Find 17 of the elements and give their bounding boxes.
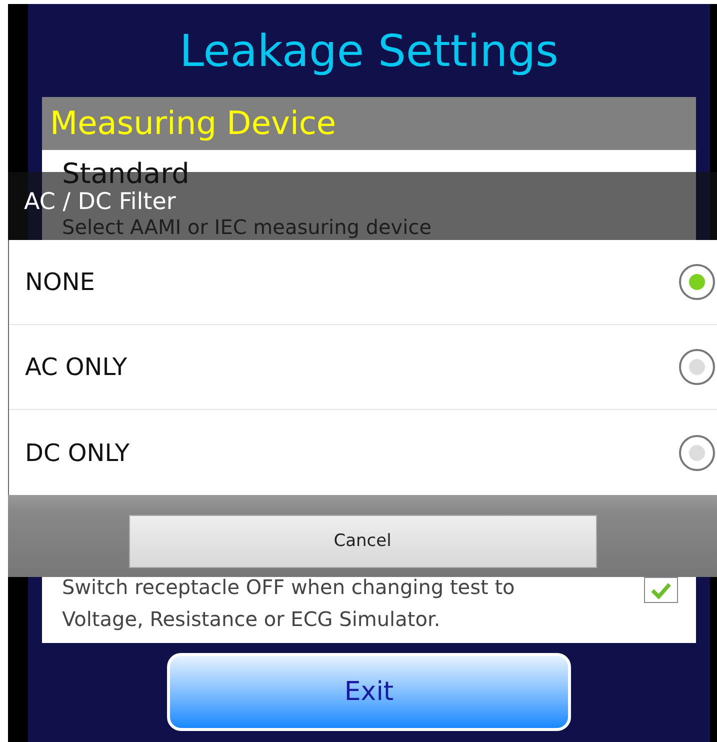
setting-subtitle: Select AAMI or IEC measuring device <box>62 215 433 239</box>
option-item[interactable]: DC ONLY <box>9 410 717 495</box>
option-item[interactable]: AC ONLY <box>9 325 717 410</box>
setting-description: Switch receptacle OFF when changing test to Voltage, Resistance or ECG Simulator. <box>62 574 516 633</box>
radio-button[interactable] <box>679 349 715 385</box>
screen-title: Leakage Settings <box>178 25 560 79</box>
option-label: NONE <box>25 268 95 296</box>
option-item[interactable]: NONE <box>9 240 717 325</box>
option-label: DC ONLY <box>25 438 130 466</box>
exit-button[interactable]: Exit <box>167 653 571 731</box>
option-label: AC ONLY <box>25 353 128 381</box>
check-icon <box>651 582 671 598</box>
radio-button[interactable] <box>679 264 715 300</box>
section-header: Measuring Device <box>42 97 696 150</box>
radio-button[interactable] <box>679 434 715 470</box>
cancel-button[interactable]: Cancel <box>128 514 596 568</box>
checkbox[interactable] <box>644 577 678 603</box>
